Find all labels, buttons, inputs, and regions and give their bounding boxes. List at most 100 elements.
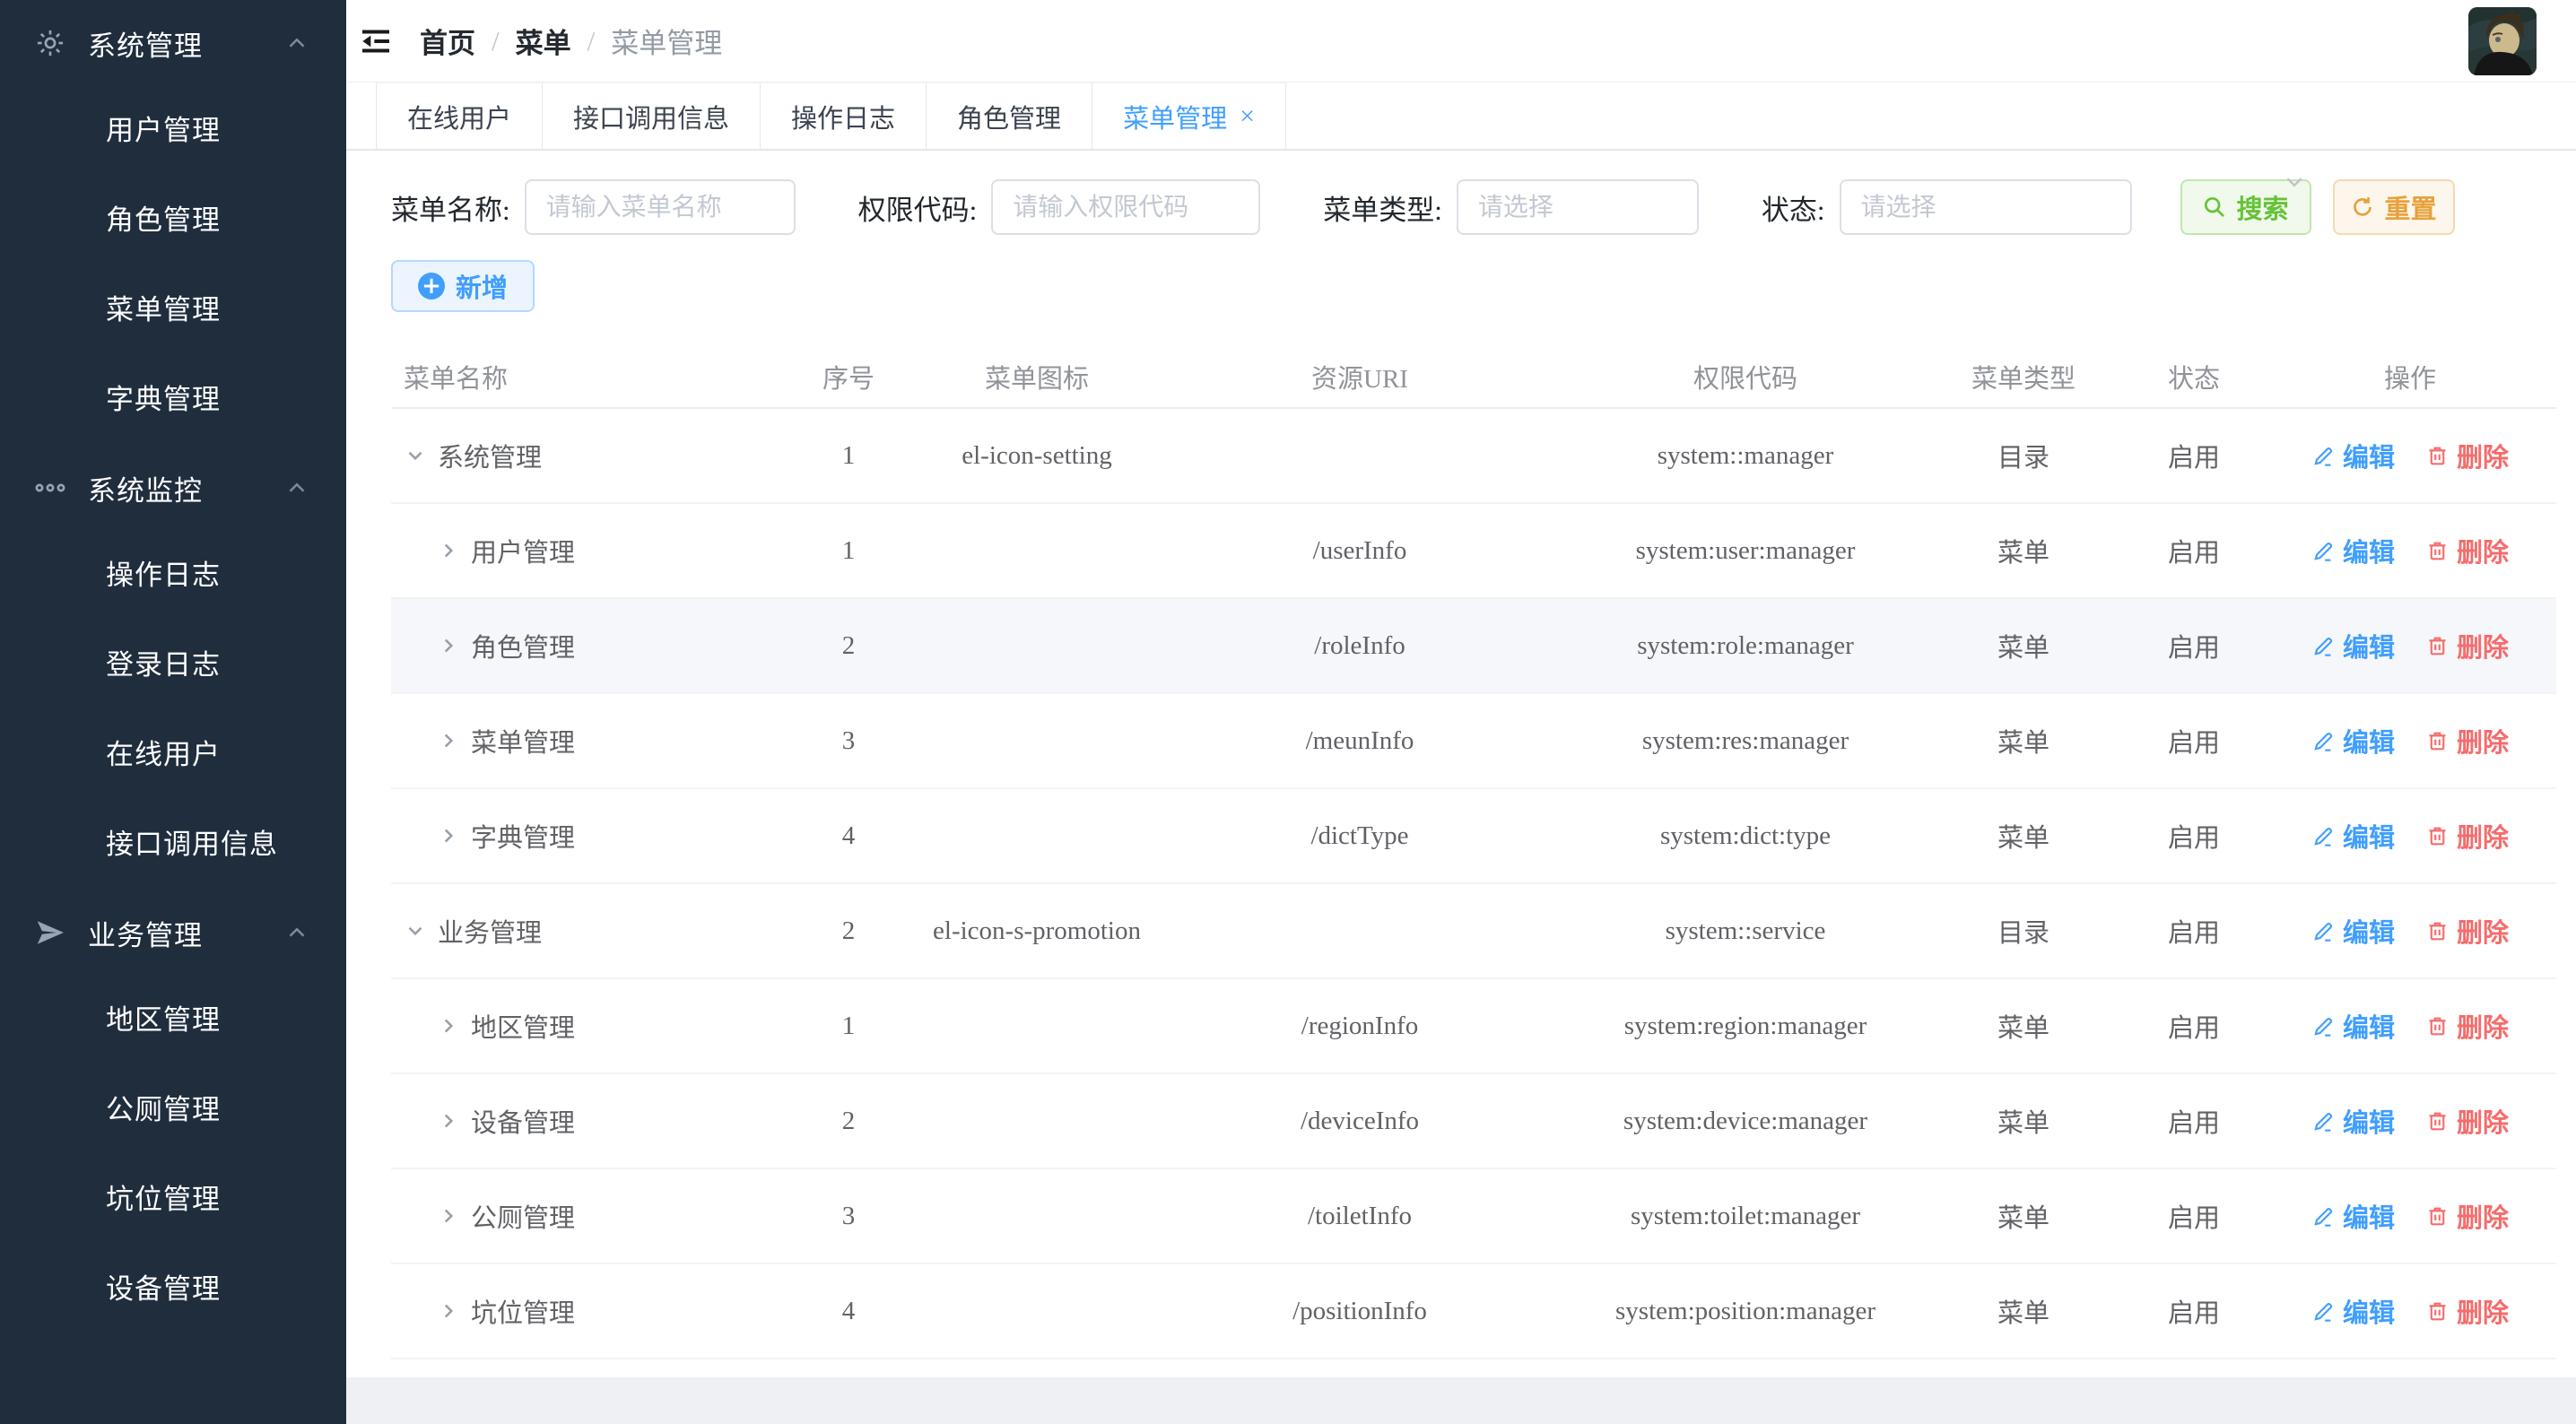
expand-row-icon[interactable] [437,1204,460,1228]
edit-button[interactable]: 编辑 [2311,817,2395,855]
collapse-row-icon[interactable] [404,444,427,467]
edit-button[interactable]: 编辑 [2311,1292,2395,1330]
cell-menu-name: 角色管理 [391,627,786,664]
delete-icon [2425,1299,2457,1324]
tab-item[interactable]: 在线用户 [376,82,544,149]
delete-button[interactable]: 删除 [2425,1292,2509,1330]
delete-icon [2425,1109,2457,1133]
sidebar-item[interactable]: 字典管理 [0,355,346,445]
delete-button[interactable]: 删除 [2425,1197,2509,1235]
user-avatar[interactable] [2468,6,2537,75]
menu-name-input[interactable] [524,179,796,235]
collapse-row-icon[interactable] [404,919,427,942]
sidebar-group-label: 系统监控 [88,474,203,507]
delete-icon [2425,1014,2457,1038]
sidebar-item[interactable]: 公厕管理 [0,1065,346,1155]
filter-label: 状态: [1761,194,1825,226]
expand-row-icon[interactable] [437,1109,460,1133]
table-row[interactable]: 设备管理 2/deviceInfo system:device:manager 菜单 启… [391,1074,2556,1169]
expand-row-icon[interactable] [437,824,460,847]
breadcrumb: 首页 / 菜单 / 菜单管理 [420,21,722,61]
delete-button[interactable]: 删除 [2425,627,2509,664]
edit-button[interactable]: 编辑 [2311,1102,2395,1140]
edit-label: 编辑 [2342,729,2395,758]
menu-type-select[interactable] [1456,179,1699,235]
expand-row-icon[interactable] [437,1014,460,1038]
table-row[interactable]: 用户管理 1/userInfo system:user:manager 菜单 启用 编辑 删… [391,504,2556,599]
breadcrumb-menu[interactable]: 菜单 [516,21,571,61]
cell-menu-type: 目录 [1997,444,2049,473]
sidebar-collapse-icon[interactable] [355,21,396,62]
main-area: 首页 / 菜单 / 菜单管理 在线用户接口调用信息 操作日志 角色管理 菜单管理… [346,0,2576,1424]
delete-button[interactable]: 删除 [2425,817,2509,855]
close-icon[interactable]: × [1240,102,1255,130]
sidebar-item[interactable]: 操作日志 [0,531,346,621]
reset-button[interactable]: 重置 [2332,179,2455,235]
delete-button[interactable]: 删除 [2425,1102,2509,1140]
sidebar-group-0[interactable]: 系统管理 [0,0,346,86]
table-row[interactable]: 菜单管理 3/meunInfo system:res:manager 菜单 启用 编辑 删除 [391,694,2556,789]
sidebar-item[interactable]: 角色管理 [0,176,346,265]
cell-menu-type: 菜单 [1997,1109,2049,1138]
sidebar-item[interactable]: 在线用户 [0,710,346,800]
app-root: 系统管理 用户管理 角色管理 菜单管理 字典管理 系统监控 操作日志 登录日志 在线用户 接口调用… [0,0,2576,1424]
chevron-up-icon [283,474,310,501]
table-row[interactable]: 坑位管理 4/positionInfo system:position:manage… [391,1264,2556,1359]
breadcrumb-home[interactable]: 首页 [420,21,475,61]
edit-button[interactable]: 编辑 [2311,1197,2395,1235]
delete-button[interactable]: 删除 [2425,722,2509,760]
delete-button[interactable]: 删除 [2425,1007,2509,1045]
table-row[interactable]: 公厕管理 3/toiletInfo system:toilet:manager 菜单 启… [391,1169,2556,1264]
sidebar-item[interactable]: 用户管理 [0,86,346,176]
expand-row-icon[interactable] [437,539,460,562]
table-row[interactable]: 业务管理 2 el-icon-s-promotion system::service 目… [391,884,2556,979]
tab-label: 接口调用信息 [573,104,730,134]
edit-button[interactable]: 编辑 [2311,912,2395,950]
cell-order: 3 [841,725,856,755]
tab-item[interactable]: 角色管理 [927,82,1093,149]
edit-button[interactable]: 编辑 [2311,722,2395,760]
tab-item[interactable]: 操作日志 [761,82,927,149]
cell-perm-code: system:region:manager [1623,1011,1867,1040]
table-toolbar: + 新增 [391,260,2556,312]
perm-code-input[interactable] [991,179,1261,235]
expand-row-icon[interactable] [437,634,460,657]
table-row[interactable]: 系统管理 1 el-icon-setting system::manager 目录 启用 编… [391,409,2556,504]
table-row[interactable]: 地区管理 1/regionInfo system:region:manager 菜单 启… [391,979,2556,1074]
cell-menu-type: 菜单 [1997,824,2049,853]
delete-button[interactable]: 删除 [2425,437,2509,474]
tab-active[interactable]: 菜单管理 × [1092,82,1286,149]
table-row[interactable]: 角色管理 2/roleInfo system:role:manager 菜单 启用 编辑 删… [391,599,2556,694]
content-panel: 菜单名称: 权限代码: 菜单类型: 状态: 搜索 [346,151,2576,1377]
add-button[interactable]: + 新增 [391,260,535,312]
sidebar-item[interactable]: 接口调用信息 [0,800,346,890]
edit-button[interactable]: 编辑 [2311,437,2395,474]
cell-order: 3 [841,1201,856,1230]
edit-label: 编辑 [2342,634,2395,663]
sidebar-item[interactable]: 登录日志 [0,621,346,710]
table-row[interactable]: 字典管理 4/dictType system:dict:type 菜单 启用 编辑 删除 [391,789,2556,884]
sidebar-item[interactable]: 设备管理 [0,1245,346,1334]
sidebar-group-1[interactable]: 系统监控 [0,445,346,531]
edit-button[interactable]: 编辑 [2311,532,2395,569]
edit-button[interactable]: 编辑 [2311,1007,2395,1045]
delete-button[interactable]: 删除 [2425,912,2509,950]
expand-row-icon[interactable] [437,1299,460,1323]
tab-label: 在线用户 [407,104,512,134]
delete-label: 删除 [2457,444,2510,473]
expand-row-icon[interactable] [437,729,460,752]
sidebar-item[interactable]: 菜单管理 [0,265,346,355]
cell-order: 1 [841,440,856,470]
edit-button[interactable]: 编辑 [2311,627,2395,664]
sidebar-item[interactable]: 坑位管理 [0,1155,346,1245]
sidebar-item[interactable]: 地区管理 [0,976,346,1065]
tab-item[interactable]: 接口调用信息 [543,82,761,149]
search-button[interactable]: 搜索 [2180,178,2311,235]
sidebar-group-2[interactable]: 业务管理 [0,890,346,976]
edit-icon [2311,824,2343,848]
status-select[interactable] [1839,179,2132,235]
delete-button[interactable]: 删除 [2425,532,2509,569]
filter-label: 菜单类型: [1323,194,1442,226]
col-status: 状态 [2167,365,2220,394]
delete-label: 删除 [2457,1204,2510,1233]
